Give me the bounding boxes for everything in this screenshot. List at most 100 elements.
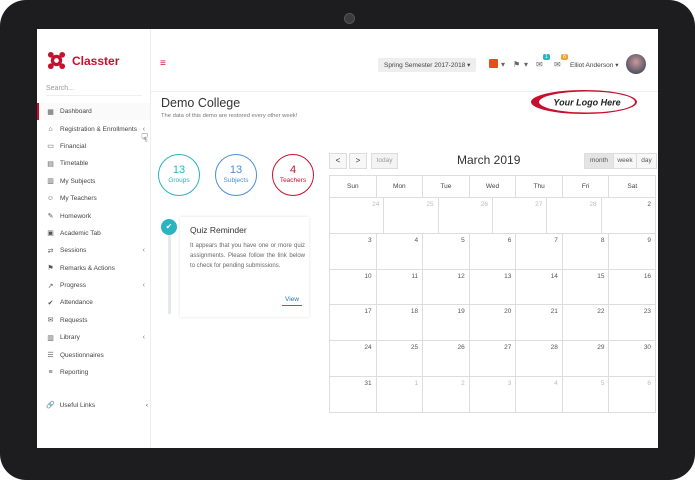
sidebar-item-reporting[interactable]: ≡ Reporting <box>37 364 150 381</box>
questionnaire-icon: ☰ <box>47 352 54 360</box>
messages-icon[interactable]: ✉ <box>536 60 543 69</box>
calendar-day-cell[interactable]: 31 <box>330 376 377 413</box>
calendar-day-cell[interactable]: 26 <box>438 198 493 234</box>
calendar-day-cell[interactable]: 24 <box>330 198 385 234</box>
calendar-day-cell[interactable]: 24 <box>330 341 377 377</box>
sidebar-item-financial[interactable]: ▭ Financial <box>37 138 150 155</box>
calendar-day-cell[interactable]: 11 <box>376 269 424 306</box>
sidebar-item-label: Sessions <box>60 247 87 255</box>
calendar-week-row: 3456789 <box>330 233 657 270</box>
mouse-cursor-icon: ☟ <box>141 131 149 145</box>
calendar-day-cell[interactable]: 10 <box>330 269 377 306</box>
calendar-day-cell[interactable]: 20 <box>469 305 517 342</box>
sidebar-item-label: Remarks & Actions <box>60 264 115 272</box>
sidebar-item-label: My Teachers <box>60 195 97 203</box>
person-icon: ☺ <box>46 195 55 203</box>
sidebar-item-remarks-actions[interactable]: ⚑ Remarks & Actions <box>37 260 150 277</box>
calendar-day-cell[interactable]: 28 <box>516 341 563 377</box>
calendar-day-cell[interactable]: 27 <box>469 341 517 377</box>
calendar-day-cell[interactable]: 13 <box>469 269 517 306</box>
calendar-day-cell[interactable]: 26 <box>423 341 470 377</box>
calendar-day-cell[interactable]: 4 <box>376 233 424 270</box>
calendar-day-cell[interactable]: 5 <box>423 233 470 270</box>
calendar-day-cell[interactable]: 18 <box>376 305 424 342</box>
calendar-day-view-button[interactable]: day <box>636 153 657 169</box>
stat-teachers[interactable]: 4 Teachers <box>272 154 314 196</box>
calendar-week-row: 10 11 12 13 14 15 16 <box>330 269 657 306</box>
calendar-day-cell[interactable]: 12 <box>423 269 470 306</box>
calendar-day-cell[interactable]: 4 <box>516 376 563 413</box>
search-input[interactable]: Search... <box>46 85 142 96</box>
calendar-day-cell[interactable]: 3 <box>469 376 517 413</box>
sidebar-item-attendance[interactable]: ✔ Attendance <box>37 294 150 311</box>
sidebar-item-my-teachers[interactable]: ☺ My Teachers <box>37 190 150 207</box>
stat-subjects[interactable]: 13 Subjects <box>215 154 257 196</box>
calendar-day-cell[interactable]: 23 <box>609 305 657 342</box>
quiz-title: Quiz Reminder <box>190 225 247 235</box>
sidebar-item-progress[interactable]: ↗ Progress ‹ <box>37 277 150 294</box>
messages-badge: 1 <box>543 54 550 60</box>
calendar-day-cell[interactable]: 1 <box>376 376 424 413</box>
calendar-next-button[interactable]: > <box>349 153 367 169</box>
calendar-day-cell[interactable]: 21 <box>516 305 563 342</box>
calendar-day-cell[interactable]: 17 <box>330 305 377 342</box>
calendar-day-cell[interactable]: 25 <box>384 198 439 234</box>
calendar-day-cell[interactable]: 15 <box>562 269 610 306</box>
sidebar-item-my-subjects[interactable]: ▥ My Subjects <box>37 173 150 190</box>
calendar-day-cell[interactable]: 9 <box>609 233 657 270</box>
stat-groups[interactable]: 13 Groups <box>158 154 200 196</box>
sidebar-item-questionnaires[interactable]: ☰ Questionnaires <box>37 346 150 363</box>
calendar-day-cell[interactable]: 6 <box>469 233 517 270</box>
calendar-day-cell[interactable]: 29 <box>562 341 610 377</box>
semester-value: Spring Semester 2017-2018 <box>384 62 466 69</box>
office-icon[interactable] <box>489 59 498 68</box>
sidebar-item-requests[interactable]: ✉ Requests <box>37 312 150 329</box>
sidebar-item-library[interactable]: ▥ Library ‹ <box>37 329 150 346</box>
calendar-day-cell[interactable]: 2 <box>601 198 656 234</box>
sidebar: Classter Search... ▦ Dashboard ⌂ Registrati… <box>37 29 151 448</box>
calendar-day-cell[interactable]: 2 <box>423 376 470 413</box>
avatar[interactable] <box>626 54 646 74</box>
tab-icon: ▣ <box>47 230 54 238</box>
notifications-icon[interactable]: ✉ <box>554 60 561 69</box>
calendar-day-cell[interactable]: 30 <box>609 341 657 377</box>
notifications-badge: 8 <box>561 54 568 60</box>
calendar-day-cell[interactable]: 3 <box>330 233 377 270</box>
sidebar-item-registration-enrollments[interactable]: ⌂ Registration & Enrollments ‹ <box>37 120 150 137</box>
sidebar-item-useful-links[interactable]: 🔗 Useful Links ‹ <box>46 401 148 410</box>
view-link[interactable]: View <box>282 296 302 306</box>
weekday-label: Tue <box>423 176 470 198</box>
calendar-day-cell[interactable]: 19 <box>423 305 470 342</box>
sidebar-item-timetable[interactable]: ▤ Timetable <box>37 155 150 172</box>
weekday-label: Wed <box>469 176 517 198</box>
user-name: Elliot Anderson <box>570 62 614 69</box>
calendar-month-view-button[interactable]: month <box>584 153 614 169</box>
sidebar-item-dashboard[interactable]: ▦ Dashboard <box>37 103 150 121</box>
calendar-day-cell[interactable]: 7 <box>516 233 563 270</box>
calendar-day-cell[interactable]: 14 <box>516 269 563 306</box>
hamburger-menu-icon[interactable]: ≡ <box>160 58 166 69</box>
calendar-day-cell[interactable]: 6 <box>609 376 657 413</box>
sidebar-item-label: Dashboard <box>60 108 92 116</box>
sidebar-item-academic-tab[interactable]: ▣ Academic Tab <box>37 225 150 242</box>
sidebar-item-sessions[interactable]: ⇄ Sessions ‹ <box>37 242 150 259</box>
calendar-day-cell[interactable]: 25 <box>376 341 424 377</box>
calendar-day-cell[interactable]: 8 <box>562 233 610 270</box>
calendar-day-cell[interactable]: 27 <box>492 198 548 234</box>
flag-icon[interactable]: ⚑ <box>513 60 520 69</box>
brand-name: Classter <box>72 53 120 68</box>
stat-label: Teachers <box>279 177 307 184</box>
calendar-day-cell[interactable]: 5 <box>562 376 610 413</box>
classter-logo-icon <box>47 51 66 70</box>
brand-logo[interactable]: Classter <box>47 51 119 70</box>
calendar-today-button[interactable]: today <box>371 153 398 169</box>
calendar-day-cell[interactable]: 16 <box>609 269 657 306</box>
user-menu[interactable]: Elliot Anderson ▾ <box>570 61 618 69</box>
calendar-prev-button[interactable]: < <box>329 153 347 169</box>
stat-label: Groups <box>168 177 190 184</box>
semester-select[interactable]: Spring Semester 2017-2018 ▾ <box>378 58 477 72</box>
calendar-day-cell[interactable]: 22 <box>562 305 610 342</box>
calendar-week-view-button[interactable]: week <box>613 153 637 169</box>
calendar-day-cell[interactable]: 28 <box>547 198 602 234</box>
sidebar-item-homework[interactable]: ✎ Homework <box>37 207 150 224</box>
